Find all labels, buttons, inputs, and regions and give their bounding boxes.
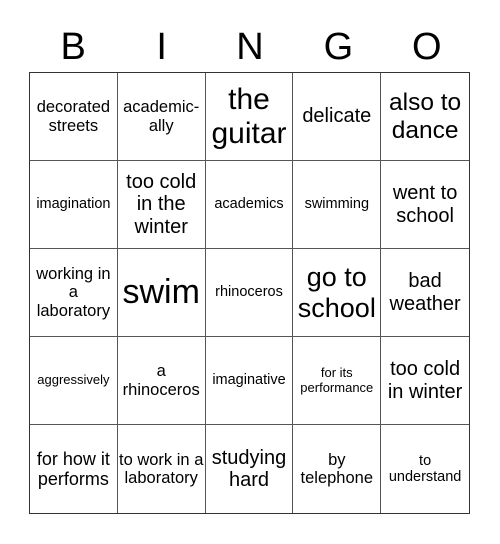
bingo-cell[interactable]: to work in a laboratory [118,425,206,513]
bingo-cell[interactable]: swimming [293,161,382,249]
bingo-cell[interactable]: for its performance [293,337,382,425]
header-letter-o: O [412,26,442,68]
bingo-cell[interactable]: go to school [293,249,382,337]
bingo-header: B I N G O [29,22,471,72]
header-letter-i: I [156,26,167,68]
header-letter-n: N [236,26,264,68]
bingo-cell[interactable]: for how it performs [30,425,118,513]
bingo-cell[interactable]: also to dance [381,73,469,161]
header-letter-g: G [323,26,354,68]
header-letter-b: B [60,26,86,68]
bingo-grid: decorated streets academic-ally the guit… [29,72,470,514]
bingo-cell[interactable]: studying hard [206,425,294,513]
bingo-cell[interactable]: decorated streets [30,73,118,161]
bingo-cell[interactable]: the guitar [205,73,294,161]
bingo-cell[interactable]: delicate [293,73,382,161]
bingo-cell[interactable]: swim [117,249,206,337]
bingo-cell[interactable]: academic-ally [117,73,206,161]
bingo-cell[interactable]: too cold in the winter [117,161,206,249]
bingo-cell[interactable]: went to school [381,161,469,249]
bingo-cell[interactable]: to understand [381,425,469,513]
bingo-cell[interactable]: aggressively [30,337,118,425]
bingo-cell[interactable]: by telephone [293,425,382,513]
bingo-cell[interactable]: academics [205,161,294,249]
bingo-cell[interactable]: imagination [30,161,118,249]
bingo-cell[interactable]: working in a laboratory [30,249,118,337]
bingo-cell[interactable]: imaginative [205,337,294,425]
bingo-cell[interactable]: a rhinoceros [117,337,206,425]
bingo-cell[interactable]: rhinoceros [205,249,294,337]
bingo-cell[interactable]: bad weather [381,249,469,337]
bingo-cell[interactable]: too cold in winter [381,337,469,425]
